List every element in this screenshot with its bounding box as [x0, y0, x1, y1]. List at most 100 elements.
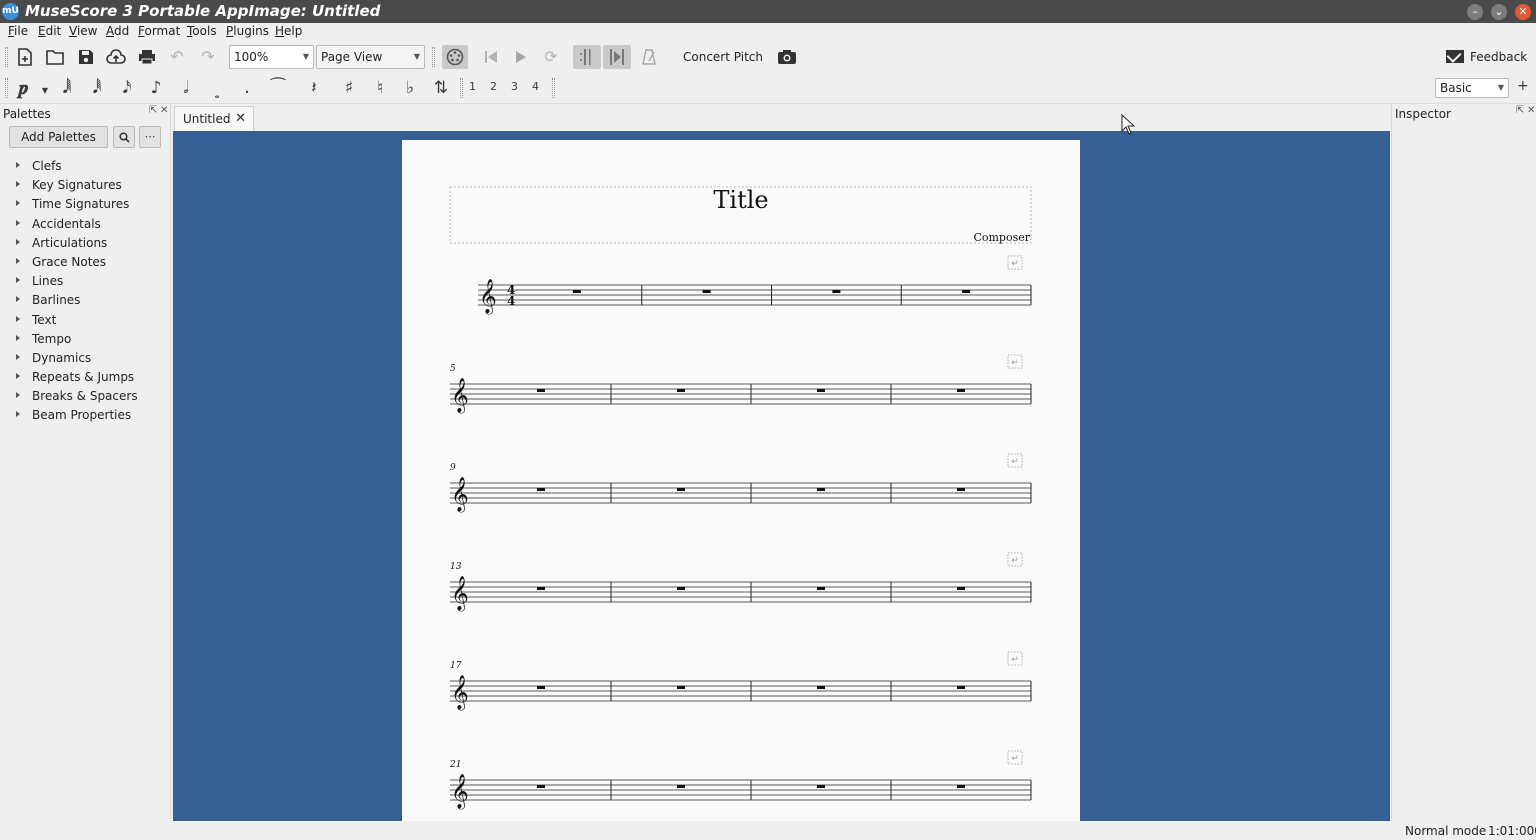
menu-help[interactable]: Help [275, 24, 302, 38]
chevron-down-icon[interactable]: ▼ [34, 81, 56, 101]
midi-input-icon[interactable] [442, 45, 468, 69]
score-canvas[interactable]: Title Composer ↵ 𝄞 4 4 ↵ 𝄞 5 ↵ 𝄞 9 ↵ 𝄞 13 ↵ 𝄞 17 ↵ 𝄞 21 [173, 131, 1390, 821]
rest-icon[interactable]: 𝄽 [303, 78, 325, 98]
loop-out-icon[interactable] [603, 45, 631, 69]
minimize-button[interactable]: – [1467, 4, 1483, 20]
view-mode-select[interactable]: Page View ▼ [316, 45, 425, 69]
64th-note-icon[interactable]: 𝅘𝅥𝅲 [56, 78, 78, 98]
voice-1-button[interactable]: 1 [469, 80, 476, 93]
view-mode-value: Page View [321, 50, 383, 64]
voice-3-button[interactable]: 3 [511, 80, 518, 93]
add-workspace-button[interactable]: + [1517, 78, 1529, 94]
inspector-panel: Inspector ⇱ ✕ [1391, 104, 1536, 821]
undock-icon[interactable]: ⇱ [149, 105, 157, 116]
palette-item-breaks-spacers[interactable]: Breaks & Spacers [0, 388, 170, 407]
staff-system: ↵ 𝄞 17 [450, 651, 1032, 711]
workspace-select[interactable]: Basic ▼ [1435, 78, 1509, 98]
expand-arrow-icon [16, 257, 20, 264]
natural-icon[interactable]: ♮ [369, 78, 391, 98]
tab-label: Untitled [183, 112, 231, 126]
expand-arrow-icon [16, 392, 20, 399]
palette-item-dynamics[interactable]: Dynamics [0, 350, 170, 369]
palette-item-articulations[interactable]: Articulations [0, 235, 170, 254]
score-composer: Composer [973, 231, 1030, 244]
concert-pitch-button[interactable]: Concert Pitch [676, 47, 770, 67]
expand-arrow-icon [16, 411, 20, 418]
menu-plugins[interactable]: Plugins [226, 24, 269, 38]
palette-item-accidentals[interactable]: Accidentals [0, 216, 170, 235]
metronome-icon[interactable] [637, 45, 661, 69]
toolbar-grip[interactable] [460, 78, 463, 98]
undock-icon[interactable]: ⇱ [1516, 105, 1524, 116]
expand-arrow-icon [16, 353, 20, 360]
close-tab-icon[interactable]: ✕ [235, 107, 246, 131]
toolbar-grip[interactable] [5, 47, 8, 67]
8th-note-icon[interactable]: ♪ [145, 78, 167, 98]
zoom-combo[interactable]: 100% ▼ [229, 45, 314, 69]
toolbar-grip[interactable] [552, 78, 555, 98]
rewind-icon[interactable] [479, 45, 503, 69]
palette-item-barlines[interactable]: Barlines [0, 292, 170, 311]
flip-direction-icon[interactable]: ⇅ [430, 78, 452, 98]
image-capture-icon[interactable] [775, 45, 799, 69]
whole-rest [957, 389, 965, 392]
play-icon[interactable] [509, 45, 533, 69]
16th-note-icon[interactable]: 𝅘𝅥𝅯 [116, 78, 138, 98]
half-note-icon[interactable]: 𝅗𝅥 [175, 78, 197, 98]
new-score-icon[interactable] [13, 45, 37, 69]
toolbar-grip[interactable] [5, 78, 8, 98]
palette-item-key-signatures[interactable]: Key Signatures [0, 177, 170, 196]
sharp-icon[interactable]: ♯ [338, 78, 360, 98]
treble-clef: 𝄞 [451, 378, 469, 414]
palette-item-repeats-jumps[interactable]: Repeats & Jumps [0, 369, 170, 388]
flat-icon[interactable]: ♭ [399, 78, 421, 98]
tab-untitled[interactable]: Untitled ✕ [174, 106, 254, 131]
loop-icon[interactable]: ⟳ [539, 45, 563, 69]
status-position: 1:01:000 [1488, 824, 1536, 838]
whole-note-icon[interactable]: 𝅝 [206, 84, 228, 104]
score-title: Title [713, 186, 768, 214]
score-notation[interactable]: Title Composer ↵𝄞 44↵𝄞5↵𝄞9↵𝄞13↵𝄞17↵𝄞21 [402, 140, 1080, 821]
palette-item-lines[interactable]: Lines [0, 273, 170, 292]
undo-icon[interactable]: ↶ [165, 45, 189, 69]
palette-menu-button[interactable]: ⋯ [139, 126, 161, 148]
palette-item-grace-notes[interactable]: Grace Notes [0, 254, 170, 273]
32nd-note-icon[interactable]: 𝅘𝅥𝅱 [86, 78, 108, 98]
treble-clef: 𝄞 [479, 279, 497, 315]
palette-item-text[interactable]: Text [0, 312, 170, 331]
close-panel-icon[interactable]: ✕ [160, 105, 168, 116]
voice-4-button[interactable]: 4 [532, 80, 539, 93]
close-window-button[interactable]: ✕ [1515, 4, 1531, 20]
palette-item-clefs[interactable]: Clefs [0, 158, 170, 177]
search-palettes-button[interactable] [113, 126, 135, 148]
score-page[interactable]: Title Composer ↵ 𝄞 4 4 ↵ 𝄞 5 ↵ 𝄞 9 ↵ 𝄞 13 ↵ 𝄞 17 ↵ 𝄞 21 [402, 140, 1080, 821]
palette-item-time-signatures[interactable]: Time Signatures [0, 196, 170, 215]
voice-2-button[interactable]: 2 [490, 80, 497, 93]
redo-icon[interactable]: ↷ [196, 45, 220, 69]
whole-rest [572, 290, 581, 293]
print-icon[interactable] [135, 45, 159, 69]
menu-edit[interactable]: Edit [38, 24, 61, 38]
cloud-upload-icon[interactable] [104, 45, 128, 69]
whole-rest [817, 389, 825, 392]
palette-item-tempo[interactable]: Tempo [0, 331, 170, 350]
menu-add[interactable]: Add [106, 24, 129, 38]
whole-rest [537, 488, 545, 491]
maximize-button[interactable]: ⌄ [1491, 4, 1507, 20]
loop-in-icon[interactable] [573, 45, 601, 69]
palette-list: Clefs Key Signatures Time Signatures Acc… [0, 158, 170, 427]
palette-item-beam-properties[interactable]: Beam Properties [0, 407, 170, 426]
tie-icon[interactable]: ⁀ [267, 78, 289, 98]
feedback-button[interactable]: Feedback [1446, 47, 1527, 67]
menu-view[interactable]: View [69, 24, 97, 38]
toolbar-grip[interactable] [432, 47, 435, 67]
menu-tools[interactable]: Tools [187, 24, 217, 38]
open-folder-icon[interactable] [43, 45, 67, 69]
close-panel-icon[interactable]: ✕ [1527, 105, 1535, 116]
save-icon[interactable] [74, 45, 98, 69]
menu-format[interactable]: Format [138, 24, 180, 38]
add-palettes-button[interactable]: Add Palettes [9, 126, 108, 148]
menu-file[interactable]: File [8, 24, 28, 38]
augmentation-dot-icon[interactable]: . [236, 78, 258, 98]
note-input-icon[interactable]: 𝆏 [13, 78, 35, 98]
